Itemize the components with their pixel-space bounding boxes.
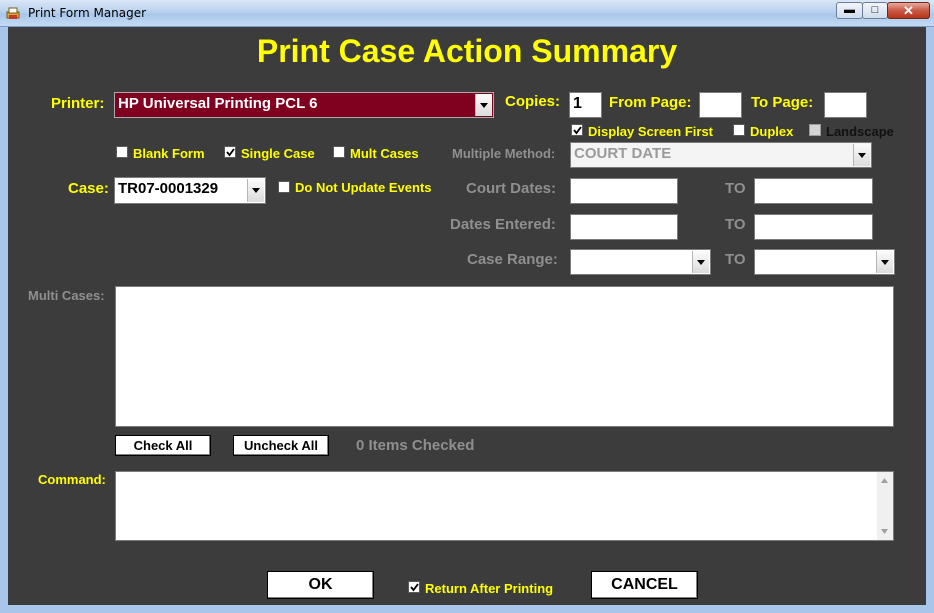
check-all-button[interactable]: Check All	[115, 435, 211, 456]
dates-entered-from-input[interactable]	[570, 214, 678, 240]
items-checked-count: 0 Items Checked	[356, 437, 475, 454]
court-dates-to-input[interactable]	[754, 178, 873, 204]
case-value: TR07-0001329	[118, 180, 219, 197]
court-dates-label: Court Dates:	[466, 180, 557, 197]
chevron-down-icon[interactable]	[692, 251, 709, 273]
command-textarea[interactable]	[115, 471, 894, 541]
case-range-label: Case Range:	[467, 251, 558, 268]
cancel-button[interactable]: CANCEL	[591, 571, 698, 599]
command-scrollbar[interactable]	[877, 472, 893, 540]
chevron-down-icon[interactable]	[876, 251, 893, 273]
chevron-down-icon[interactable]	[853, 144, 870, 166]
copies-input[interactable]: 1	[569, 92, 602, 118]
title-bar[interactable]: Print Form Manager ▬ □ ✕	[0, 0, 934, 27]
command-label: Command:	[38, 472, 106, 487]
from-page-input[interactable]	[699, 92, 742, 118]
dates-entered-to-input[interactable]	[754, 214, 873, 240]
duplex-checkbox[interactable]	[733, 124, 745, 136]
case-label: Case:	[68, 180, 109, 197]
window-frame-right	[926, 27, 934, 607]
close-button[interactable]: ✕	[887, 2, 930, 19]
window-frame-bottom	[0, 605, 934, 613]
dates-entered-label: Dates Entered:	[450, 216, 556, 233]
checkmark-icon	[573, 126, 582, 135]
scroll-up-icon[interactable]	[881, 478, 888, 483]
printer-select[interactable]: HP Universal Printing PCL 6	[114, 92, 494, 118]
do-not-update-events-label: Do Not Update Events	[295, 180, 432, 195]
printer-label: Printer:	[51, 95, 105, 112]
display-screen-first-label: Display Screen First	[588, 124, 713, 139]
multiple-method-value: COURT DATE	[574, 145, 672, 162]
multiple-method-select[interactable]: COURT DATE	[570, 142, 872, 168]
court-dates-from-input[interactable]	[570, 178, 678, 204]
chevron-down-icon[interactable]	[247, 179, 264, 202]
case-range-from-select[interactable]	[570, 249, 711, 275]
case-select[interactable]: TR07-0001329	[114, 177, 266, 204]
court-dates-to-label: TO	[725, 180, 746, 197]
case-range-to-select[interactable]	[754, 249, 895, 275]
close-icon: ✕	[903, 3, 914, 18]
checkmark-icon	[226, 148, 235, 157]
chevron-down-icon[interactable]	[475, 94, 492, 116]
minimize-icon: ▬	[844, 4, 855, 16]
scroll-down-icon[interactable]	[881, 529, 888, 534]
printer-value: HP Universal Printing PCL 6	[118, 95, 318, 112]
from-page-label: From Page:	[609, 94, 692, 111]
landscape-label: Landscape	[826, 124, 894, 139]
multi-cases-label: Multi Cases:	[28, 288, 105, 303]
print-form-manager-window: Print Form Manager ▬ □ ✕ Print Case Acti…	[0, 0, 934, 613]
multi-cases-list[interactable]	[115, 286, 894, 427]
maximize-icon: □	[871, 4, 879, 16]
page-title: Print Case Action Summary	[256, 33, 678, 69]
to-page-input[interactable]	[824, 92, 867, 118]
mult-cases-label: Mult Cases	[350, 146, 419, 161]
app-icon	[6, 7, 20, 19]
ok-button[interactable]: OK	[267, 571, 374, 599]
landscape-checkbox[interactable]	[809, 124, 821, 136]
single-case-checkbox[interactable]	[224, 146, 236, 158]
dates-entered-to-label: TO	[725, 216, 746, 233]
window-title: Print Form Manager	[28, 6, 147, 20]
checkmark-icon	[410, 583, 419, 592]
return-after-printing-label: Return After Printing	[425, 581, 554, 596]
mult-cases-checkbox[interactable]	[333, 146, 345, 158]
blank-form-checkbox[interactable]	[116, 146, 128, 158]
window-frame-left	[0, 27, 8, 607]
uncheck-all-button[interactable]: Uncheck All	[233, 435, 329, 456]
case-range-to-label: TO	[725, 251, 746, 268]
duplex-label: Duplex	[750, 124, 794, 139]
multiple-method-label: Multiple Method:	[452, 146, 556, 161]
return-after-printing-checkbox[interactable]	[408, 581, 420, 593]
minimize-button[interactable]: ▬	[836, 2, 863, 19]
do-not-update-events-checkbox[interactable]	[278, 181, 290, 193]
maximize-button[interactable]: □	[862, 2, 888, 19]
copies-label: Copies:	[505, 93, 561, 110]
display-screen-first-checkbox[interactable]	[571, 124, 583, 136]
single-case-label: Single Case	[241, 146, 315, 161]
to-page-label: To Page:	[751, 94, 814, 111]
blank-form-label: Blank Form	[133, 146, 205, 161]
